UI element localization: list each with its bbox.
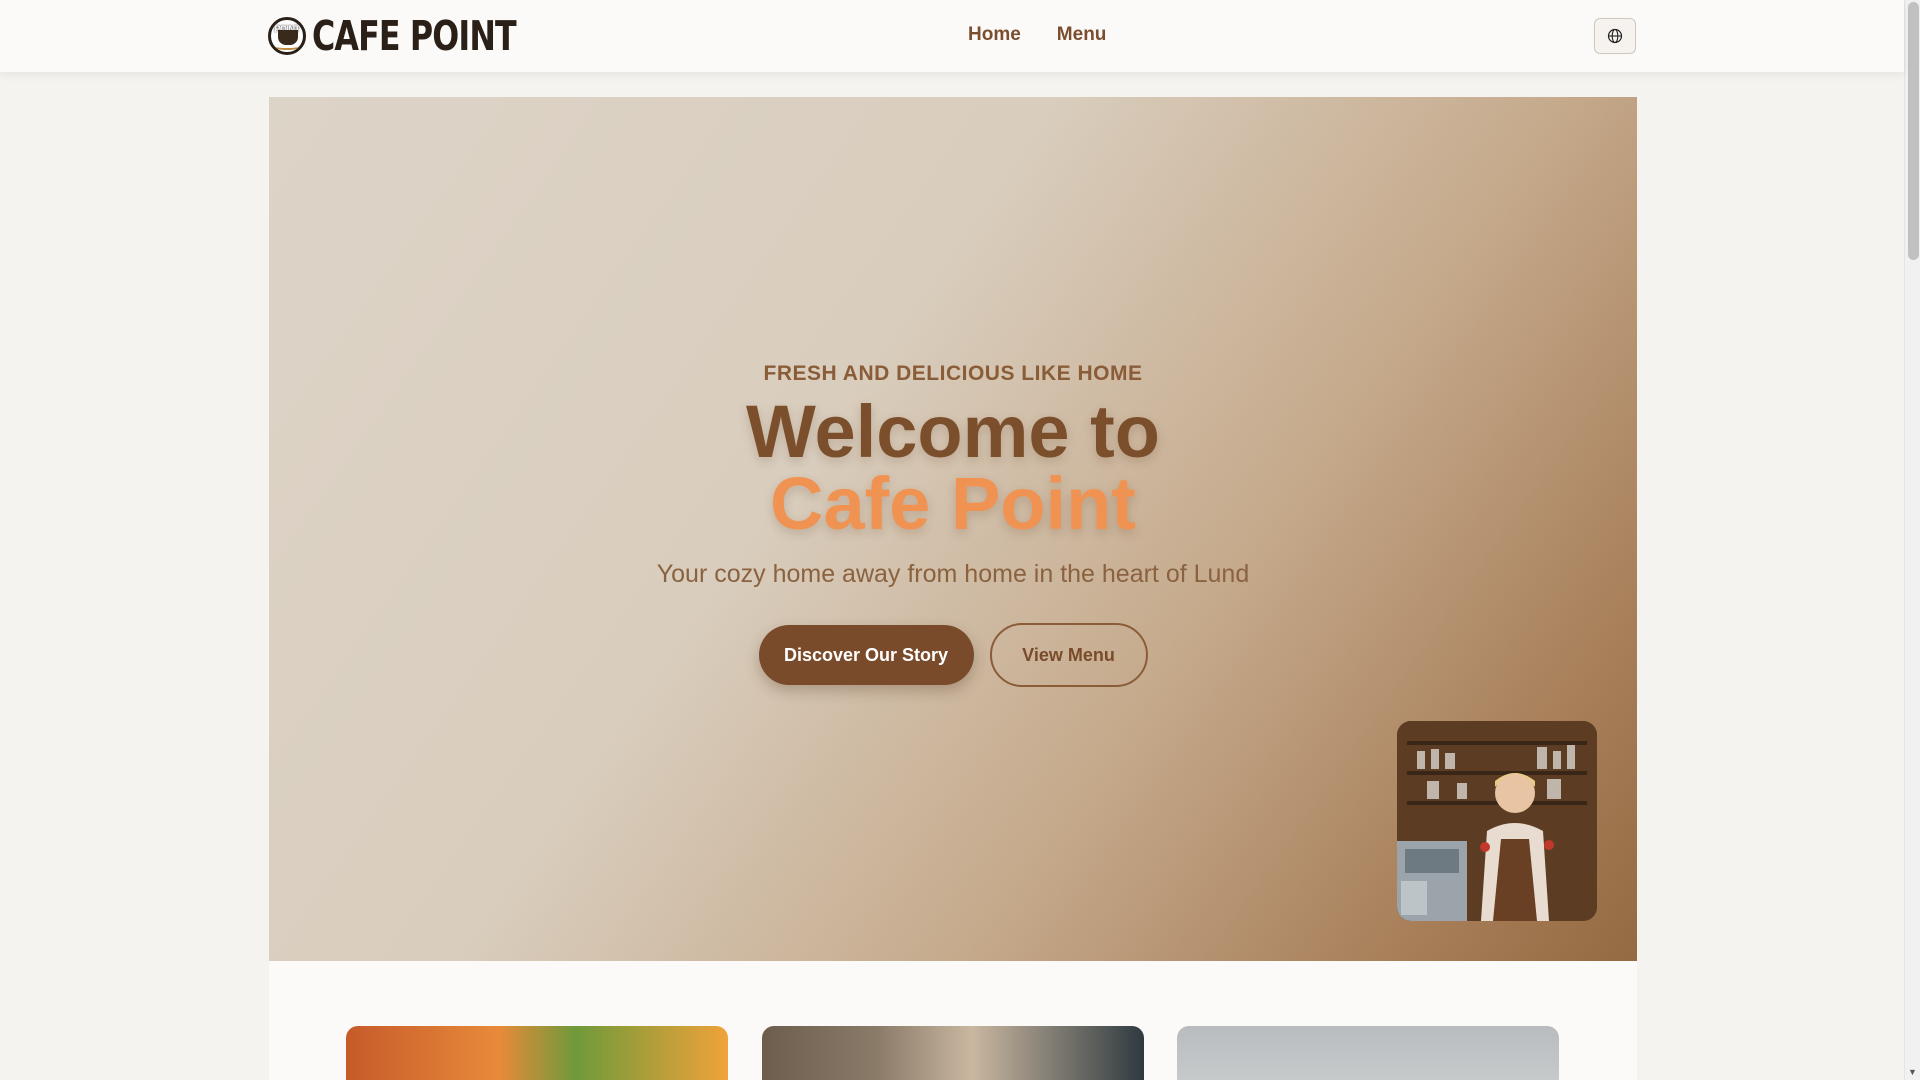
language-switch-button[interactable] [1594,18,1636,54]
hero-title-line1: Welcome to [746,390,1160,473]
barista-photo [1397,721,1597,921]
nav-home-link[interactable]: Home [968,24,1021,46]
hero-eyebrow: FRESH AND DELICIOUS LIKE HOME [763,362,1143,385]
hero-content: FRESH AND DELICIOUS LIKE HOME Welcome to… [269,362,1637,687]
main-nav: Home Menu [968,24,1106,46]
brand-name: CAFE POINT [312,12,517,60]
brand-logo-link[interactable]: POINT CAFE POINT [268,12,549,60]
hero-section: FRESH AND DELICIOUS LIKE HOME Welcome to… [269,97,1637,961]
hero-cta-row: Discover Our Story View Menu [269,623,1637,687]
site-header: POINT CAFE POINT Home Menu [0,0,1904,72]
nav-menu-link[interactable]: Menu [1057,24,1107,46]
featured-cards-section [269,961,1637,1080]
globe-icon [1607,28,1623,44]
card-coffee-image[interactable] [762,1026,1144,1080]
hero-title-line2: Cafe Point [770,462,1136,545]
cafe-logo-icon: POINT [268,17,306,55]
card-drink-image[interactable] [346,1026,728,1080]
scrollbar-thumb[interactable] [1908,2,1919,260]
discover-story-button[interactable]: Discover Our Story [758,625,974,685]
hero-tagline: Your cozy home away from home in the hea… [656,560,1250,588]
card-dish-image[interactable] [1177,1026,1559,1080]
view-menu-button[interactable]: View Menu [989,623,1148,687]
scroll-down-arrow-icon[interactable]: ▼ [1908,1067,1917,1077]
page-scrollbar[interactable]: ▼ [1904,0,1920,1080]
barista-photo-graphic [1397,721,1597,921]
